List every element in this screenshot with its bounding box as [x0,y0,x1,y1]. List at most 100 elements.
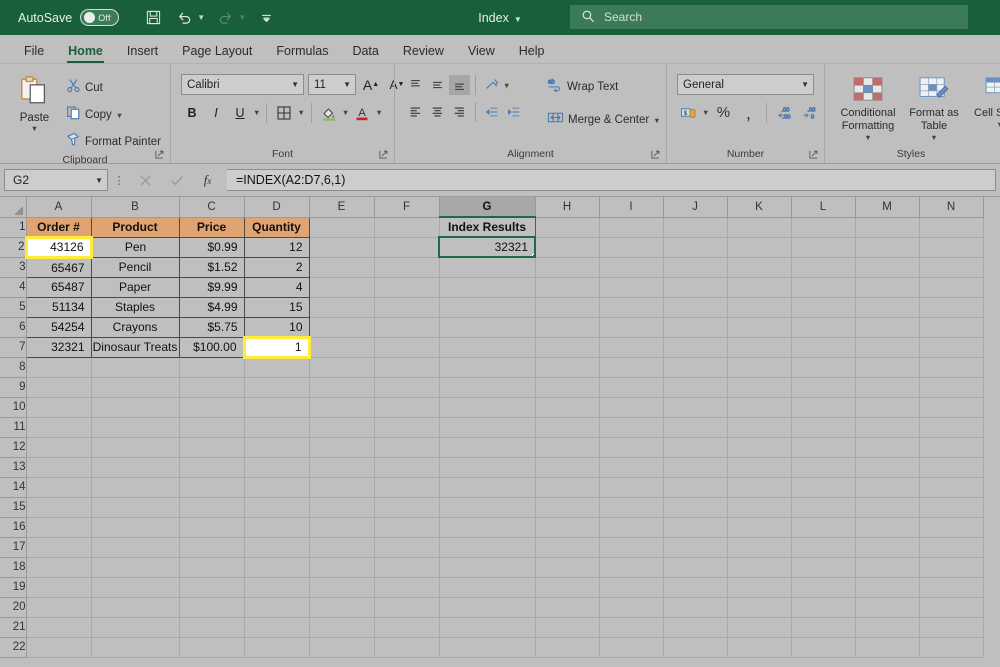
cell-n1[interactable] [919,217,984,238]
cell-k16[interactable] [727,517,792,538]
column-header-d[interactable]: D [244,197,310,218]
cell-n9[interactable] [919,377,984,398]
customize-quick-access-icon[interactable] [252,5,280,31]
cell-c14[interactable] [179,477,245,498]
cell-j9[interactable] [663,377,728,398]
cell-j20[interactable] [663,597,728,618]
cell-i2[interactable] [599,237,664,258]
cell-f3[interactable] [374,257,440,278]
cell-f10[interactable] [374,397,440,418]
cell-l3[interactable] [791,257,856,278]
cell-e12[interactable] [309,437,375,458]
cell-a9[interactable] [26,377,92,398]
cell-f8[interactable] [374,357,440,378]
cell-b9[interactable] [91,377,180,398]
cell-e9[interactable] [309,377,375,398]
cell-h22[interactable] [535,637,600,658]
cell-f12[interactable] [374,437,440,458]
cell-f14[interactable] [374,477,440,498]
column-header-n[interactable]: N [919,197,984,218]
cell-i4[interactable] [599,277,664,298]
row-header-14[interactable]: 14 [0,477,27,498]
cell-j11[interactable] [663,417,728,438]
cell-b12[interactable] [91,437,180,458]
merge-center-button[interactable]: Merge & Center ▼ [544,108,664,132]
font-dialog-launcher-icon[interactable] [379,150,388,161]
cell-n13[interactable] [919,457,984,478]
cell-n20[interactable] [919,597,984,618]
cell-j15[interactable] [663,497,728,518]
cell-c2[interactable]: $0.99 [178,236,245,258]
row-header-18[interactable]: 18 [0,557,27,578]
cell-d16[interactable] [244,517,310,538]
cell-e6[interactable] [309,317,375,338]
cell-f17[interactable] [374,537,440,558]
cell-i3[interactable] [599,257,664,278]
cell-n11[interactable] [919,417,984,438]
cell-d8[interactable] [244,357,310,378]
percent-style-button[interactable]: % [712,102,734,123]
column-header-m[interactable]: M [855,197,920,218]
align-left-button[interactable] [405,102,426,122]
cell-e15[interactable] [309,497,375,518]
cell-k4[interactable] [727,277,792,298]
cut-button[interactable]: Cut [63,76,164,100]
column-header-l[interactable]: L [791,197,856,218]
tab-insert[interactable]: Insert [115,40,170,63]
cell-f19[interactable] [374,577,440,598]
cell-n5[interactable] [919,297,984,318]
cell-f11[interactable] [374,417,440,438]
cell-k10[interactable] [727,397,792,418]
cell-e22[interactable] [309,637,375,658]
cell-a12[interactable] [26,437,92,458]
cell-e14[interactable] [309,477,375,498]
cell-j16[interactable] [663,517,728,538]
cell-a8[interactable] [26,357,92,378]
cell-b8[interactable] [91,357,180,378]
cell-k11[interactable] [727,417,792,438]
column-header-g[interactable]: G [439,197,536,218]
name-box[interactable]: G2 ▼ [4,169,108,191]
cell-g2[interactable]: 32321 [438,236,536,258]
cell-b20[interactable] [91,597,180,618]
cell-l6[interactable] [791,317,856,338]
cell-h4[interactable] [535,277,600,298]
cell-h20[interactable] [535,597,600,618]
cell-i6[interactable] [599,317,664,338]
cell-i1[interactable] [599,217,664,238]
cell-d17[interactable] [244,537,310,558]
cell-b14[interactable] [91,477,180,498]
align-top-button[interactable] [405,75,426,95]
cell-j12[interactable] [663,437,728,458]
cell-c20[interactable] [179,597,245,618]
cell-h18[interactable] [535,557,600,578]
cell-j10[interactable] [663,397,728,418]
cell-n2[interactable] [919,237,984,258]
conditional-formatting-button[interactable]: Conditional Formatting ▼ [837,74,899,142]
cell-c17[interactable] [179,537,245,558]
cell-c8[interactable] [179,357,245,378]
cell-m6[interactable] [855,317,920,338]
cell-m17[interactable] [855,537,920,558]
row-header-17[interactable]: 17 [0,537,27,558]
cell-h17[interactable] [535,537,600,558]
row-header-22[interactable]: 22 [0,637,27,658]
cell-n3[interactable] [919,257,984,278]
document-title-caret-icon[interactable]: ▼ [514,15,522,24]
cell-c15[interactable] [179,497,245,518]
alignment-dialog-launcher-icon[interactable] [651,150,660,161]
text-orientation-icon[interactable] [481,75,502,95]
cell-d3[interactable]: 2 [243,256,310,278]
cell-j6[interactable] [663,317,728,338]
copy-button[interactable]: Copy ▼ [63,103,164,127]
cell-n15[interactable] [919,497,984,518]
cell-b10[interactable] [91,397,180,418]
italic-button[interactable]: I [205,102,227,123]
paste-button[interactable]: Paste ▼ [10,72,59,133]
cell-e17[interactable] [309,537,375,558]
cell-m2[interactable] [855,237,920,258]
cell-h8[interactable] [535,357,600,378]
cell-a11[interactable] [26,417,92,438]
cell-a4[interactable]: 65487 [25,276,92,298]
paste-dropdown-caret-icon[interactable]: ▼ [31,124,38,133]
